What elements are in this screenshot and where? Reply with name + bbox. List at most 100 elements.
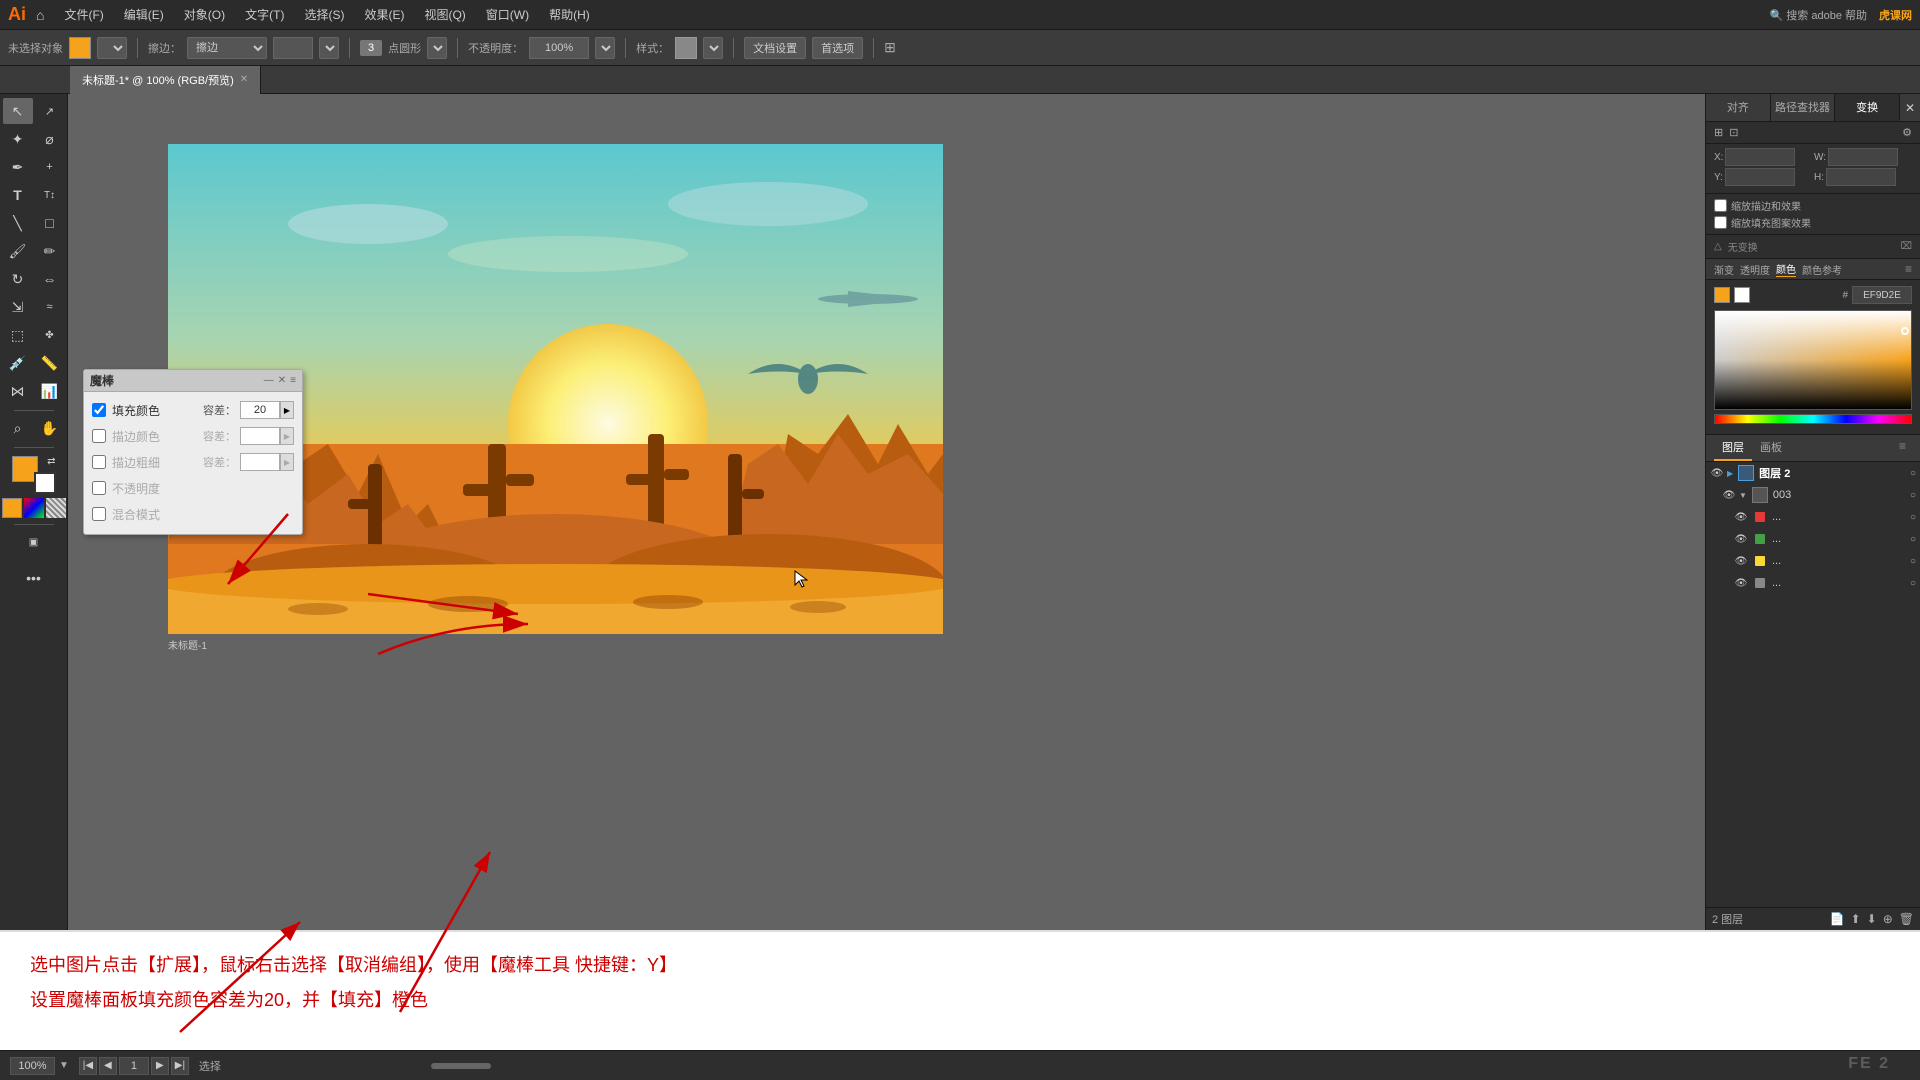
artboards-tab[interactable]: 画板 (1752, 435, 1790, 461)
layer-yellow-eye[interactable]: 👁 (1734, 556, 1748, 567)
menu-window[interactable]: 窗口(W) (478, 4, 537, 25)
layer-red-eye[interactable]: 👁 (1734, 512, 1748, 523)
hue-slider[interactable] (1714, 414, 1912, 424)
w-input[interactable] (1828, 148, 1898, 166)
scale-strokes-cb[interactable] (1714, 199, 1727, 212)
fill-color-swatch[interactable] (69, 37, 91, 59)
color-tab-active[interactable]: 颜色 (1776, 261, 1796, 277)
stroke-color-picker[interactable] (34, 472, 56, 494)
next-page-btn[interactable]: ▶ (151, 1057, 169, 1075)
layers-menu-btn[interactable]: ≡ (1893, 435, 1912, 461)
stroke-select[interactable] (97, 37, 127, 59)
new-layer-btn[interactable]: 📄 (1830, 912, 1845, 926)
color-picker-gradient[interactable] (1714, 310, 1912, 410)
fill-color-checkbox[interactable] (92, 403, 106, 417)
eyedropper-tool[interactable]: 💉 (3, 350, 33, 376)
gradient-tab[interactable]: 渐变 (1714, 262, 1734, 277)
fill-tolerance-arrow[interactable]: ▶ (280, 401, 294, 419)
stroke-width-input[interactable] (240, 453, 280, 471)
stroke-width-checkbox[interactable] (92, 455, 106, 469)
fill-tolerance-input[interactable] (240, 401, 280, 419)
line-tool[interactable]: ╲ (3, 210, 33, 236)
blend-arrow[interactable] (319, 37, 339, 59)
panel-minimize-btn[interactable]: — (264, 375, 274, 386)
type-tool[interactable]: T (3, 182, 33, 208)
magic-wand-tool[interactable]: ✦ (3, 126, 33, 152)
h-scrollbar-thumb[interactable] (431, 1063, 491, 1069)
opacity-arrow[interactable] (595, 37, 615, 59)
rotate-tool[interactable]: ↻ (3, 266, 33, 292)
stroke-color-checkbox[interactable] (92, 429, 106, 443)
paintbrush-tool[interactable]: 🖌 (3, 238, 33, 264)
gradient-mode-btn[interactable] (24, 498, 44, 518)
active-stroke-swatch[interactable] (1734, 287, 1750, 303)
layer-red-lock[interactable]: ○ (1910, 512, 1916, 523)
more-tools-btn[interactable]: ••• (19, 565, 49, 591)
layer-item-003[interactable]: 👁 ▼ 003 ○ (1718, 484, 1920, 506)
hand-tool[interactable]: ✋ (35, 415, 65, 441)
layers-tab[interactable]: 图层 (1714, 435, 1752, 461)
menu-type[interactable]: 文字(T) (237, 4, 292, 25)
brush-shape-select[interactable] (427, 37, 447, 59)
document-tab[interactable]: 未标题-1* @ 100% (RGB/预览) ✕ (70, 66, 261, 94)
new-sublayer-btn[interactable]: ⬆ (1851, 912, 1861, 926)
scale-tool[interactable]: ⇲ (3, 294, 33, 320)
layer-green-eye[interactable]: 👁 (1734, 534, 1748, 545)
color-ref-tab[interactable]: 颜色参考 (1802, 262, 1842, 277)
no-fill-btn[interactable] (46, 498, 66, 518)
menu-file[interactable]: 文件(F) (56, 4, 111, 25)
anchor-tool[interactable]: + (35, 154, 65, 180)
h-input[interactable] (1826, 168, 1896, 186)
layer-2-lock[interactable]: ○ (1910, 468, 1916, 479)
transform-tab[interactable]: 变换 (1835, 94, 1900, 121)
delete-layer-btn[interactable]: 🗑 (1899, 912, 1914, 926)
arrange-icon[interactable]: ⊞ (884, 39, 896, 56)
menu-effect[interactable]: 效果(E) (356, 4, 412, 25)
blend-input[interactable] (273, 37, 313, 59)
page-input[interactable] (119, 1057, 149, 1075)
layer-item-yellow[interactable]: 👁 ... ○ (1730, 550, 1920, 572)
blend-mode-checkbox[interactable] (92, 507, 106, 521)
layer-gray-eye[interactable]: 👁 (1734, 578, 1748, 589)
layer-003-eye[interactable]: 👁 (1722, 490, 1736, 501)
vertical-type-tool[interactable]: T↕ (35, 182, 65, 208)
layer-yellow-lock[interactable]: ○ (1910, 556, 1916, 567)
layer-item-gray[interactable]: 👁 ... ○ (1730, 572, 1920, 594)
reflect-tool[interactable]: ▣ (19, 529, 49, 555)
search-bar[interactable]: 🔍 搜索 adobe 帮助 (1770, 7, 1867, 23)
menu-help[interactable]: 帮助(H) (541, 4, 598, 25)
stroke-tolerance-input[interactable] (240, 427, 280, 445)
shape-tool[interactable]: □ (35, 210, 65, 236)
mirror-tool[interactable]: ⇔ (35, 266, 65, 292)
measure-tool[interactable]: 📏 (35, 350, 65, 376)
selection-tool[interactable]: ↖ (3, 98, 33, 124)
warp-tool[interactable]: ≈ (35, 294, 65, 320)
active-fill-swatch[interactable] (1714, 287, 1730, 303)
transform-pattern-cb[interactable] (1714, 216, 1727, 229)
first-page-btn[interactable]: |◀ (79, 1057, 97, 1075)
opacity-tab[interactable]: 透明度 (1740, 262, 1770, 277)
move-to-btn[interactable]: ⬇ (1867, 912, 1877, 926)
last-page-btn[interactable]: ▶| (171, 1057, 189, 1075)
layer-gray-lock[interactable]: ○ (1910, 578, 1916, 589)
x-input[interactable] (1725, 148, 1795, 166)
menu-view[interactable]: 视图(Q) (416, 4, 473, 25)
pathfinder-tab[interactable]: 路径查找器 (1771, 94, 1836, 121)
zoom-chevron[interactable]: ▼ (59, 1060, 69, 1071)
pencil-tool[interactable]: ✏ (35, 238, 65, 264)
color-panel-menu[interactable]: ≡ (1905, 262, 1912, 276)
home-icon[interactable]: ⌂ (36, 7, 44, 23)
chart-tool[interactable]: 📊 (35, 378, 65, 404)
layer-2-eye[interactable]: 👁 (1710, 468, 1724, 479)
layer-2-expand[interactable]: ▶ (1727, 469, 1733, 478)
color-mode-btn[interactable] (2, 498, 22, 518)
layer-green-lock[interactable]: ○ (1910, 534, 1916, 545)
blend-tool[interactable]: ⋈ (3, 378, 33, 404)
opacity-input[interactable] (529, 37, 589, 59)
stroke-width-arrow[interactable]: ▶ (280, 453, 294, 471)
panel-close-x[interactable]: ✕ (1900, 94, 1920, 121)
menu-object[interactable]: 对象(O) (176, 4, 233, 25)
duplicate-layer-btn[interactable]: ⊕ (1883, 912, 1893, 926)
lasso-tool[interactable]: ⌀ (35, 126, 65, 152)
direct-selection-tool[interactable]: ↗ (35, 98, 65, 124)
